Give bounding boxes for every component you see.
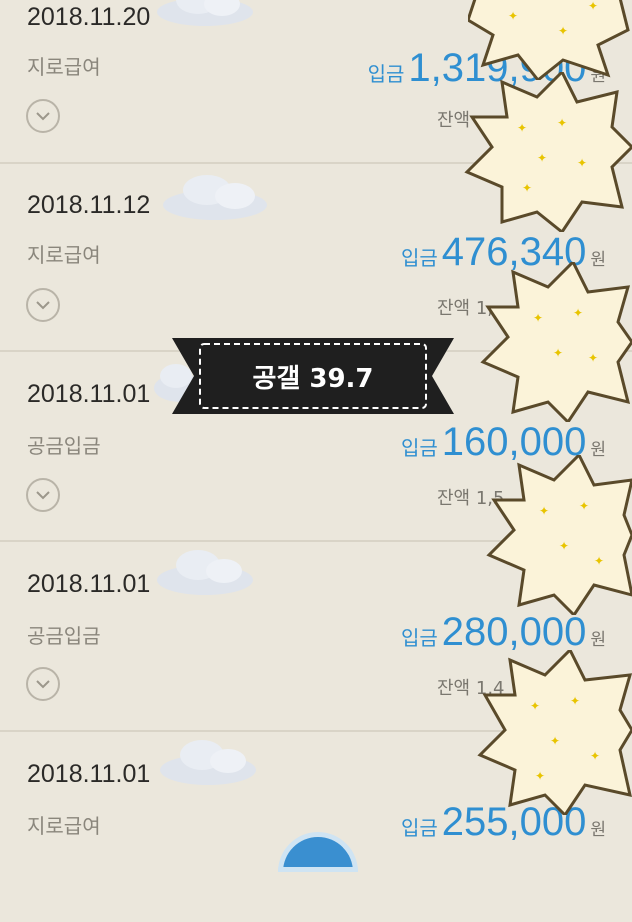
svg-text:✦: ✦ [550,734,560,748]
star-burst-sticker-icon: ✦ ✦ ✦ ✦ ✦ [477,650,632,815]
svg-text:✦: ✦ [533,311,543,325]
amount-value: 280,000 [441,610,587,654]
transaction-date: 2018.11.20 [27,3,151,31]
svg-text:✦: ✦ [558,24,568,38]
svg-text:✦: ✦ [559,539,569,553]
star-burst-sticker-icon: ✦ ✦ ✦ ✦ ✦ [464,72,632,232]
star-burst-sticker-icon: ✦ ✦ ✦ ✦ [480,262,632,422]
currency-unit: 원 [590,630,606,649]
svg-text:✦: ✦ [522,181,532,195]
chevron-down-icon [36,680,50,689]
amount-type: 입금 [400,628,438,650]
star-burst-sticker-icon: ✦ ✦ ✦ [468,0,630,80]
cloud-sticker-icon [157,0,253,26]
chevron-down-icon [36,301,50,310]
transaction-description: 지로급여 [27,814,101,838]
badge-label: 공갤 39.7 [172,338,454,414]
transaction-date: 2018.11.01 [27,760,151,788]
currency-unit: 원 [590,820,606,839]
amount-type: 입금 [400,438,438,460]
expand-button[interactable] [26,667,60,701]
svg-text:✦: ✦ [594,554,604,568]
expand-button[interactable] [26,478,60,512]
svg-text:✦: ✦ [573,306,583,320]
chevron-down-icon [36,491,50,500]
svg-text:✦: ✦ [579,499,589,513]
amount-type: 입금 [367,64,405,86]
svg-text:✦: ✦ [539,504,549,518]
svg-text:✦: ✦ [557,116,567,130]
transaction-description: 공금입금 [27,434,101,458]
svg-text:✦: ✦ [530,699,540,713]
star-burst-sticker-icon: ✦ ✦ ✦ ✦ [486,455,632,615]
amount-type: 입금 [400,818,438,840]
svg-text:✦: ✦ [553,346,563,360]
cloud-sticker-icon [163,175,267,220]
transaction-description: 공금입금 [27,624,101,648]
svg-text:✦: ✦ [535,769,545,783]
svg-text:✦: ✦ [588,0,598,13]
svg-text:✦: ✦ [508,9,518,23]
expand-button[interactable] [26,288,60,322]
chevron-down-icon [36,112,50,121]
cloud-sticker-icon [160,740,256,785]
svg-text:✦: ✦ [590,749,600,763]
transaction-date: 2018.11.12 [27,191,151,219]
badge-text: 공갤 39.7 [252,363,374,394]
transaction-description: 지로급여 [27,55,101,79]
svg-text:✦: ✦ [588,351,598,365]
svg-text:✦: ✦ [577,156,587,170]
transaction-date: 2018.11.01 [27,570,151,598]
amount-type: 입금 [400,248,438,270]
amount: 입금 280,000 원 [401,610,606,655]
expand-button[interactable] [26,99,60,133]
svg-text:✦: ✦ [537,151,547,165]
svg-text:✦: ✦ [570,694,580,708]
transaction-description: 지로급여 [27,243,101,267]
cloud-sticker-icon [157,550,253,595]
transaction-date: 2018.11.01 [27,380,151,408]
svg-text:✦: ✦ [517,121,527,135]
